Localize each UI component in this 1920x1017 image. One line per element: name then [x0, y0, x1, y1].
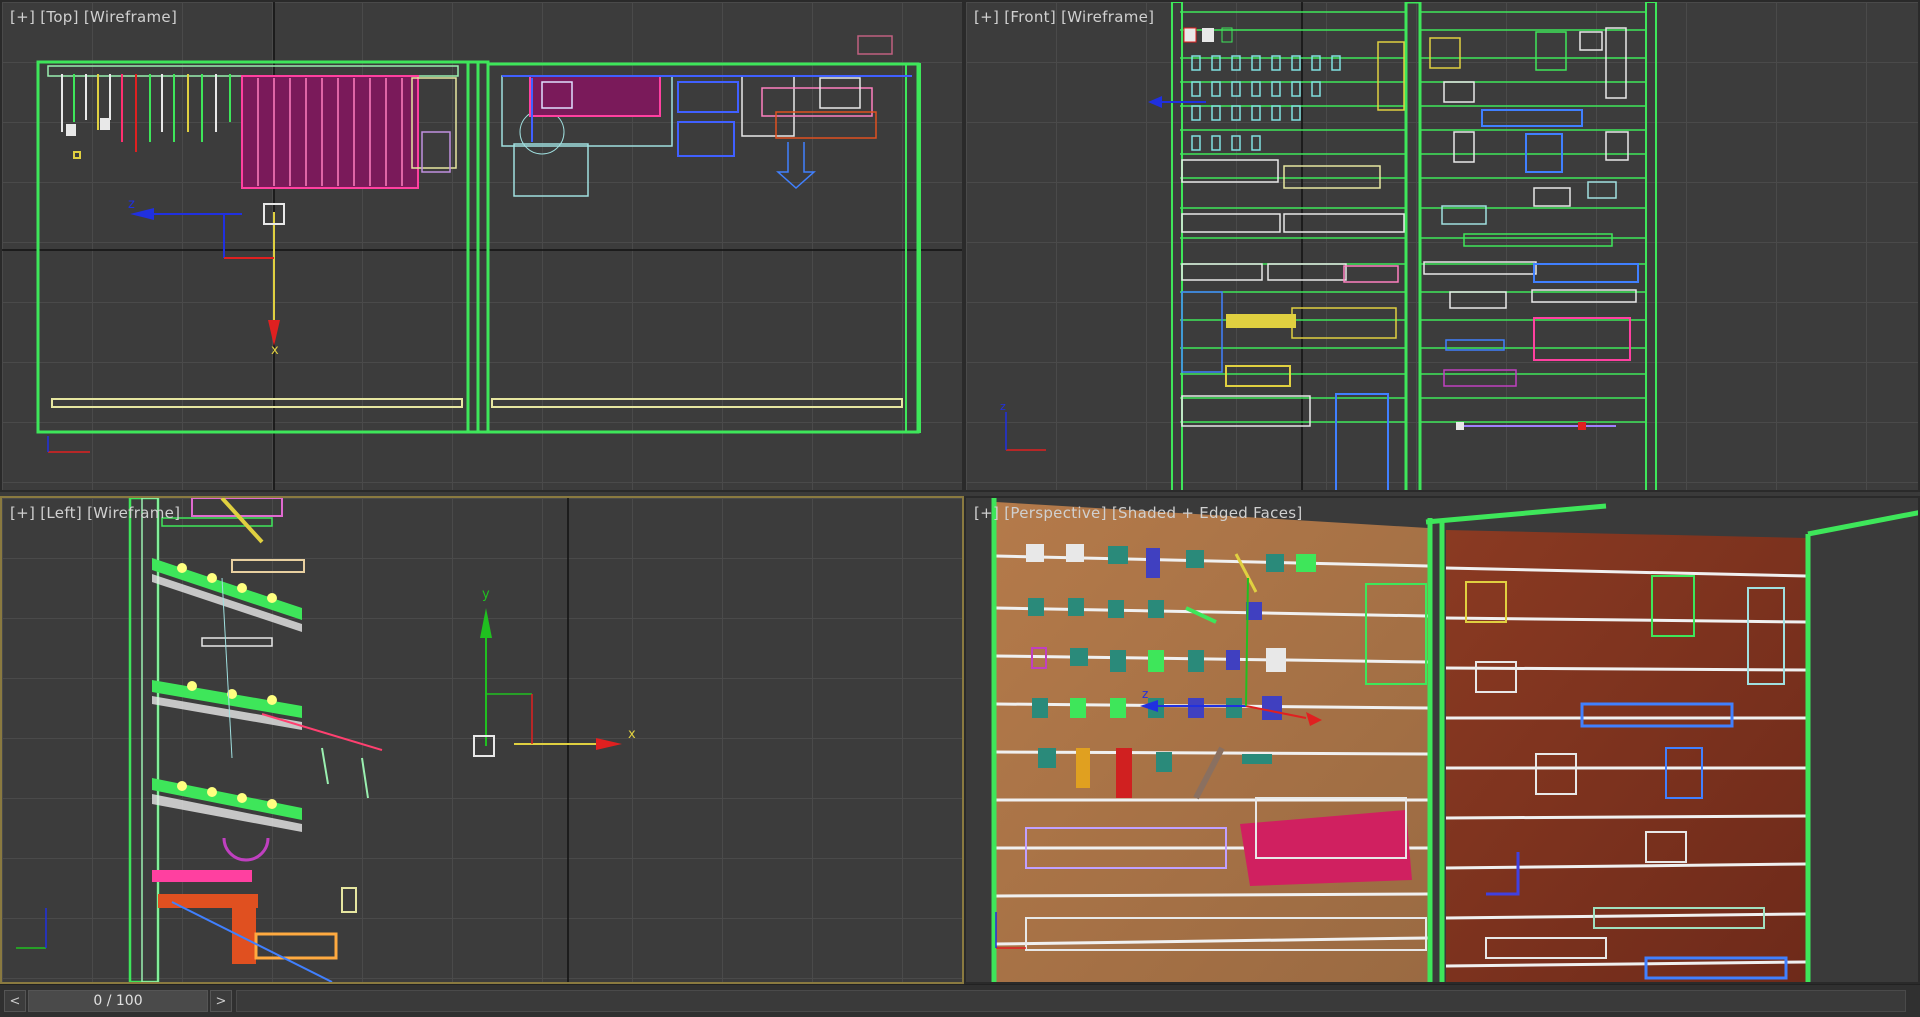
gizmo-y-label: y	[482, 587, 490, 602]
left-scene[interactable]: x y	[2, 498, 962, 982]
viewport-shading-mode[interactable]: [Wireframe]	[84, 8, 177, 26]
viewport-shading-mode[interactable]: [Wireframe]	[87, 504, 180, 522]
world-axis-icon	[47, 436, 90, 453]
viewport-left[interactable]: [+] [Left] [Wireframe] x y	[0, 496, 964, 984]
next-frame-button[interactable]: >	[210, 990, 232, 1012]
timeline-track[interactable]	[236, 990, 1906, 1012]
viewport-label[interactable]: [+] [Perspective] [Shaded + Edged Faces]	[974, 504, 1303, 522]
gizmo-z-label: z	[128, 197, 135, 212]
viewport-label[interactable]: [+] [Left] [Wireframe]	[10, 504, 180, 522]
viewport-shading-mode[interactable]: [Shaded + Edged Faces]	[1112, 504, 1303, 522]
axis-z-label: z	[1000, 400, 1006, 413]
gizmo-z-label: z	[1142, 687, 1148, 701]
world-axis-icon: z	[1000, 400, 1046, 451]
transform-gizmo[interactable]: x z	[128, 197, 285, 358]
front-scene[interactable]: z	[966, 2, 1920, 492]
gizmo-x-label: x	[271, 343, 279, 358]
timeline-bar: < 0 / 100 >	[0, 984, 1920, 1017]
viewport-menu-plus[interactable]: [+]	[10, 8, 35, 26]
viewport-front[interactable]: [+] [Front] [Wireframe] z	[964, 0, 1920, 492]
transform-gizmo[interactable]: x y	[473, 587, 636, 757]
viewport-view-name[interactable]: [Left]	[40, 504, 82, 522]
viewport-menu-plus[interactable]: [+]	[974, 8, 999, 26]
viewport-shading-mode[interactable]: [Wireframe]	[1061, 8, 1154, 26]
viewport-label[interactable]: [+] [Top] [Wireframe]	[10, 8, 177, 26]
viewport-perspective[interactable]: z [+] [Perspective] [Shaded + Edged Face…	[964, 496, 1920, 984]
viewport-top[interactable]: [+] [Top] [Wireframe] x z	[0, 0, 964, 492]
perspective-scene[interactable]: z	[966, 498, 1920, 984]
time-slider[interactable]: 0 / 100	[28, 990, 208, 1012]
viewport-menu-plus[interactable]: [+]	[10, 504, 35, 522]
prev-frame-button[interactable]: <	[4, 990, 26, 1012]
viewport-menu-plus[interactable]: [+]	[974, 504, 999, 522]
top-scene[interactable]: x z	[2, 2, 964, 492]
viewport-view-name[interactable]: [Front]	[1004, 8, 1056, 26]
viewport-view-name[interactable]: [Top]	[40, 8, 79, 26]
world-axis-icon	[16, 908, 47, 949]
viewport-view-name[interactable]: [Perspective]	[1004, 504, 1106, 522]
gizmo-x-label: x	[628, 727, 636, 742]
viewport-label[interactable]: [+] [Front] [Wireframe]	[974, 8, 1154, 26]
